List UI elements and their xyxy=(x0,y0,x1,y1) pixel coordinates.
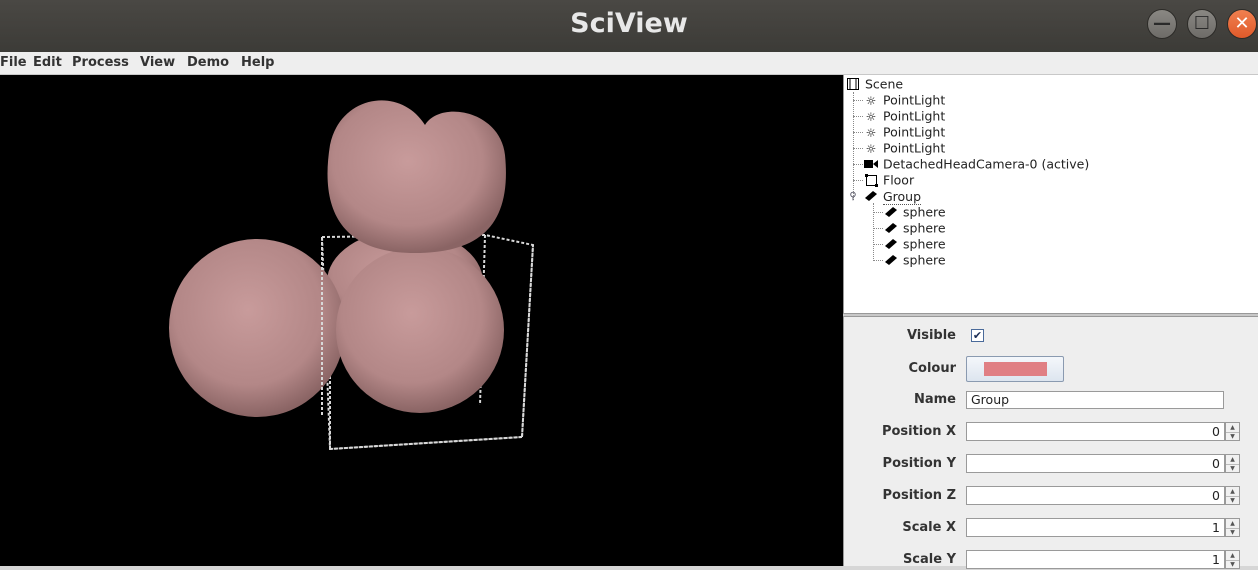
properties-panel: Visible ✔ Colour Name Group Position X 0… xyxy=(843,317,1258,569)
menu-edit[interactable]: Edit xyxy=(33,55,62,70)
window-title: SciView xyxy=(570,8,688,39)
point-light-icon: ☼ xyxy=(865,125,877,140)
tree-item-pointlight[interactable]: ☼ PointLight xyxy=(864,140,946,156)
visible-checkbox[interactable]: ✔ xyxy=(971,329,984,342)
scale-y-label: Scale Y xyxy=(902,552,956,567)
scene-tree: Scene ☼ PointLight ☼ PointLight ☼ PointLigh… xyxy=(843,75,1258,314)
position-y-value[interactable]: 0 xyxy=(966,454,1225,473)
mesh-icon xyxy=(884,206,898,220)
maximize-button[interactable]: ☐ xyxy=(1187,9,1217,39)
spinner-down-icon[interactable]: ▼ xyxy=(1226,560,1239,569)
colour-button[interactable] xyxy=(966,356,1064,382)
position-y-spinner[interactable]: 0 ▲ ▼ xyxy=(966,454,1240,474)
tree-label: sphere xyxy=(903,236,946,252)
scale-x-label: Scale X xyxy=(902,520,956,535)
tree-item-pointlight[interactable]: ☼ PointLight xyxy=(864,92,946,108)
title-bar: SciView — ☐ ✕ xyxy=(0,0,1258,52)
sphere-front xyxy=(336,247,504,413)
mesh-icon xyxy=(884,238,898,252)
menu-view[interactable]: View xyxy=(140,55,175,70)
tree-label: PointLight xyxy=(883,140,946,156)
tree-label: sphere xyxy=(903,204,946,220)
tree-label: Floor xyxy=(883,172,915,188)
point-light-icon: ☼ xyxy=(865,109,877,124)
tree-label: sphere xyxy=(903,220,946,236)
tree-label: PointLight xyxy=(883,124,946,140)
mesh-icon xyxy=(864,190,878,204)
position-z-value[interactable]: 0 xyxy=(966,486,1225,505)
tree-item-sphere[interactable]: sphere xyxy=(884,236,946,252)
visible-label: Visible xyxy=(906,328,956,343)
menu-file[interactable]: File xyxy=(0,55,27,70)
mesh-icon xyxy=(884,222,898,236)
menu-demo[interactable]: Demo xyxy=(187,55,229,70)
tree-item-pointlight[interactable]: ☼ PointLight xyxy=(864,124,946,140)
position-x-label: Position X xyxy=(881,424,956,439)
sphere-left xyxy=(169,239,345,417)
spinner-down-icon[interactable]: ▼ xyxy=(1226,528,1239,537)
scene-icon xyxy=(846,77,860,92)
position-y-label: Position Y xyxy=(882,456,956,471)
menu-help[interactable]: Help xyxy=(241,55,274,70)
tree-item-scene[interactable]: Scene xyxy=(846,76,903,92)
render-viewport[interactable] xyxy=(0,75,843,566)
tree-label: sphere xyxy=(903,252,946,268)
tree-label: DetachedHeadCamera-0 (active) xyxy=(883,156,1090,172)
tree-item-sphere[interactable]: sphere xyxy=(884,252,946,268)
position-z-spinner[interactable]: 0 ▲ ▼ xyxy=(966,486,1240,506)
tree-label: PointLight xyxy=(883,108,946,124)
sphere-top xyxy=(327,100,506,253)
scale-x-value[interactable]: 1 xyxy=(966,518,1225,537)
menu-bar: File Edit Process View Demo Help xyxy=(0,52,1258,75)
close-button[interactable]: ✕ xyxy=(1227,9,1257,39)
tree-item-group[interactable]: ⚲ Group xyxy=(848,188,922,205)
point-light-icon: ☼ xyxy=(865,141,877,156)
scene-render xyxy=(169,100,535,451)
spinner-down-icon[interactable]: ▼ xyxy=(1226,464,1239,473)
close-icon: ✕ xyxy=(1234,13,1250,34)
position-x-spinner[interactable]: 0 ▲ ▼ xyxy=(966,422,1240,442)
checkmark-icon: ✔ xyxy=(972,329,983,342)
mesh-icon xyxy=(884,254,898,268)
tree-item-camera[interactable]: DetachedHeadCamera-0 (active) xyxy=(864,156,1089,172)
box-icon xyxy=(864,173,878,188)
menu-process[interactable]: Process xyxy=(72,55,129,70)
tree-item-sphere[interactable]: sphere xyxy=(884,204,946,220)
tree-label: PointLight xyxy=(883,92,946,108)
camera-icon xyxy=(864,158,878,172)
colour-label: Colour xyxy=(908,361,956,376)
name-field[interactable]: Group xyxy=(966,391,1224,409)
minimize-button[interactable]: — xyxy=(1147,9,1177,39)
tree-label: Scene xyxy=(865,76,904,92)
expand-icon[interactable]: ⚲ xyxy=(848,190,858,204)
point-light-icon: ☼ xyxy=(865,93,877,108)
spinner-down-icon[interactable]: ▼ xyxy=(1226,496,1239,505)
scale-y-spinner[interactable]: 1 ▲ ▼ xyxy=(966,550,1240,570)
scale-y-value[interactable]: 1 xyxy=(966,550,1225,569)
tree-item-pointlight[interactable]: ☼ PointLight xyxy=(864,108,946,124)
minimize-icon: — xyxy=(1153,13,1171,34)
maximize-icon: ☐ xyxy=(1193,13,1211,34)
tree-item-floor[interactable]: Floor xyxy=(864,172,914,188)
position-x-value[interactable]: 0 xyxy=(966,422,1225,441)
tree-item-sphere[interactable]: sphere xyxy=(884,220,946,236)
scale-x-spinner[interactable]: 1 ▲ ▼ xyxy=(966,518,1240,538)
name-label: Name xyxy=(913,392,956,407)
spinner-down-icon[interactable]: ▼ xyxy=(1226,432,1239,441)
tree-label: Group xyxy=(882,188,922,205)
position-z-label: Position Z xyxy=(882,488,956,503)
colour-swatch xyxy=(984,362,1047,376)
